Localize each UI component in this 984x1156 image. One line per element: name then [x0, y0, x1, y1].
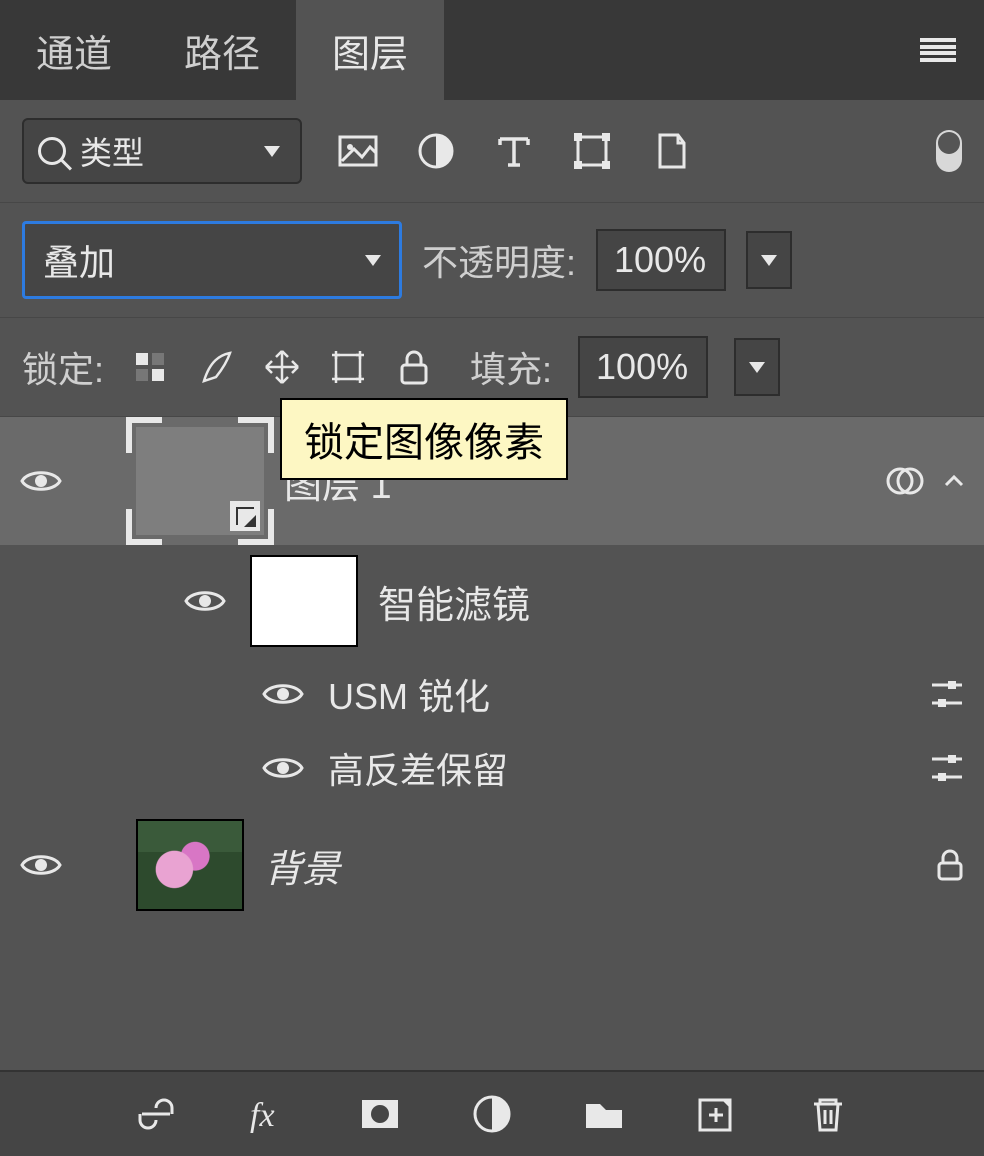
fill-dropdown-button[interactable]: [734, 338, 780, 396]
filter-row[interactable]: 高反差保留: [0, 731, 984, 805]
smart-object-icon: [230, 501, 260, 531]
visibility-toggle[interactable]: [260, 750, 306, 786]
filter-type-layers[interactable]: [492, 129, 536, 173]
filter-shape-layers[interactable]: [570, 129, 614, 173]
layer-filter-row: 类型: [0, 100, 984, 203]
opacity-dropdown-button[interactable]: [746, 231, 792, 289]
filter-name[interactable]: 高反差保留: [328, 742, 904, 794]
filter-type-label: 类型: [80, 128, 144, 174]
add-mask-button[interactable]: [356, 1090, 404, 1138]
layer-style-button[interactable]: fx: [244, 1090, 292, 1138]
collapse-button[interactable]: [940, 467, 968, 495]
tooltip: 锁定图像像素: [280, 398, 568, 480]
filter-name[interactable]: USM 锐化: [328, 668, 904, 720]
opacity-value[interactable]: 100%: [596, 229, 726, 291]
tab-paths[interactable]: 路径: [148, 0, 296, 100]
layer-thumbnail[interactable]: [136, 427, 264, 535]
lock-artboard-button[interactable]: [328, 347, 368, 387]
layer-list: 图层 1 智能滤镜 USM 锐化 高反差保留: [0, 417, 984, 925]
layers-bottom-toolbar: fx: [0, 1070, 984, 1156]
lock-position-button[interactable]: [262, 347, 302, 387]
panel-tabbar: 通道 路径 图层: [0, 0, 984, 100]
hamburger-icon: [920, 38, 956, 62]
filter-blending-icon[interactable]: [884, 460, 926, 502]
visibility-toggle[interactable]: [16, 463, 66, 499]
filter-options-icon[interactable]: [926, 747, 968, 789]
tab-layers[interactable]: 图层: [296, 0, 444, 100]
smart-filters-label: 智能滤镜: [378, 574, 968, 629]
link-layers-button[interactable]: [132, 1090, 180, 1138]
chevron-down-icon: [761, 255, 777, 266]
layer-thumbnail[interactable]: [136, 819, 244, 911]
new-group-button[interactable]: [580, 1090, 628, 1138]
filter-options-icon[interactable]: [926, 673, 968, 715]
visibility-toggle[interactable]: [260, 676, 306, 712]
filter-pixel-layers[interactable]: [336, 129, 380, 173]
filter-smart-objects[interactable]: [648, 129, 692, 173]
lock-transparency-button[interactable]: [130, 347, 170, 387]
visibility-toggle[interactable]: [180, 583, 230, 619]
chevron-down-icon: [749, 362, 765, 373]
layer-name[interactable]: 背景: [264, 838, 912, 893]
panel-menu-button[interactable]: [892, 0, 984, 100]
search-icon: [38, 137, 66, 165]
filter-adjustment-layers[interactable]: [414, 129, 458, 173]
filter-toggle[interactable]: [936, 130, 962, 172]
lock-all-button[interactable]: [394, 347, 434, 387]
svg-text:fx: fx: [250, 1097, 275, 1134]
smart-filters-row[interactable]: 智能滤镜: [0, 545, 984, 657]
adjustment-layer-button[interactable]: [468, 1090, 516, 1138]
blend-mode-value: 叠加: [43, 234, 115, 286]
chevron-down-icon: [264, 146, 280, 157]
delete-layer-button[interactable]: [804, 1090, 852, 1138]
lock-icon[interactable]: [932, 847, 968, 883]
blend-opacity-row: 叠加 不透明度: 100%: [0, 203, 984, 318]
filter-type-dropdown[interactable]: 类型: [22, 118, 302, 184]
new-layer-button[interactable]: [692, 1090, 740, 1138]
chevron-down-icon: [365, 255, 381, 266]
opacity-label: 不透明度:: [422, 234, 576, 286]
filter-mask-thumbnail[interactable]: [250, 555, 358, 647]
visibility-toggle[interactable]: [16, 847, 66, 883]
fill-value[interactable]: 100%: [578, 336, 708, 398]
tab-channels[interactable]: 通道: [0, 0, 148, 100]
fill-label: 填充:: [470, 341, 552, 393]
blend-mode-dropdown[interactable]: 叠加: [22, 221, 402, 299]
lock-fill-row: 锁定: 填充: 100% 锁定图像像素: [0, 318, 984, 417]
layer-row[interactable]: 背景: [0, 805, 984, 925]
lock-pixels-button[interactable]: [196, 347, 236, 387]
lock-label: 锁定:: [22, 341, 104, 393]
filter-row[interactable]: USM 锐化: [0, 657, 984, 731]
